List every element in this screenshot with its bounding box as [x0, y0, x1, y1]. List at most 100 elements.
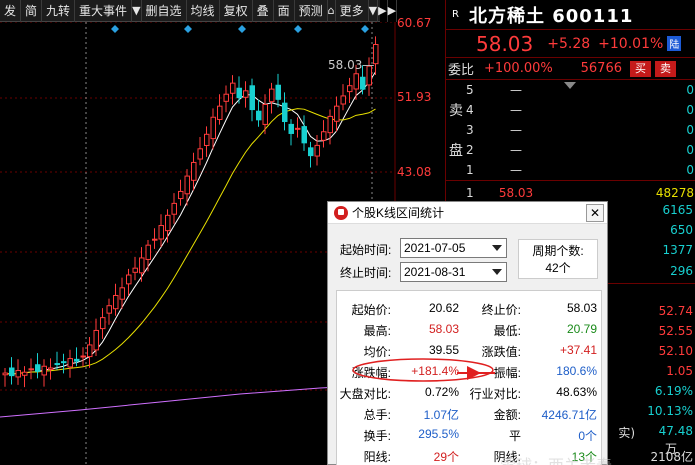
price-axis-label: 43.08: [397, 165, 432, 179]
watermark: 雪球：西关老泰: [500, 452, 612, 465]
start-time-select[interactable]: 2021-07-05: [400, 238, 507, 258]
side-value: 1377: [662, 243, 693, 257]
candle: [158, 225, 164, 240]
order-ratio-volume: 56766: [580, 61, 622, 76]
candle: [61, 361, 67, 364]
app-logo-icon: [334, 205, 348, 220]
candle: [204, 133, 210, 146]
ma5-line: [4, 71, 376, 375]
ask-side-label: 盘: [449, 143, 463, 159]
toolbar-simple-button[interactable]: 简: [21, 0, 43, 22]
candle: [165, 214, 171, 232]
price-row: 58.03 +5.28 +10.01% 陆: [446, 30, 695, 58]
candle: [308, 147, 314, 157]
order-ratio-label: 委比: [448, 63, 475, 78]
buy-button[interactable]: 买: [630, 60, 651, 77]
bid-level: 1: [466, 186, 474, 200]
chevron-down-icon[interactable]: ▼: [369, 0, 379, 22]
candle: [54, 363, 60, 366]
close-icon[interactable]: ✕: [586, 203, 604, 222]
candle: [340, 95, 346, 105]
connect-tag: 陆: [667, 36, 682, 51]
candle: [126, 274, 132, 285]
ask-price: —: [510, 163, 522, 177]
side-value: 47.48: [658, 424, 693, 438]
toolbar-overlay-button[interactable]: 叠: [253, 0, 274, 22]
toolbar-fa-button[interactable]: 发: [0, 0, 22, 22]
candle: [35, 364, 41, 372]
toolbar-major-events-button[interactable]: 重大事件: [75, 0, 133, 22]
side-value: 6165: [662, 203, 693, 217]
play-icon[interactable]: ▶: [378, 0, 388, 22]
quote-header: R 北方稀土 600111: [446, 0, 695, 30]
stats-table: 起始价: 20.62 终止价: 58.03 最高: 58.03 最低: 20.79 均价: 39.…: [336, 290, 602, 465]
candle: [314, 144, 320, 157]
candle: [100, 317, 106, 330]
end-time-value: 2021-08-31: [404, 265, 466, 279]
candle: [282, 102, 288, 123]
ask-volume: 0: [686, 123, 694, 137]
toolbar-more-button[interactable]: 更多: [336, 0, 369, 22]
ask-price: —: [510, 103, 522, 117]
candle: [152, 238, 158, 241]
ask-row: 3 — 0: [446, 120, 695, 140]
toolbar-nine-turn-button[interactable]: 九转: [42, 0, 76, 22]
period-count-box: 周期个数: 42个: [518, 239, 598, 279]
candle: [197, 148, 203, 160]
ask-volume: 0: [686, 83, 694, 97]
side-value: 52.55: [658, 324, 693, 338]
toolbar-remove-watchlist-button[interactable]: 删自选: [142, 0, 187, 22]
candle: [74, 358, 80, 362]
candle: [327, 115, 333, 134]
candle: [171, 202, 177, 215]
price-axis-label: 60.67: [397, 16, 432, 30]
sell-button[interactable]: 卖: [655, 60, 676, 77]
event-marker-icon[interactable]: [361, 25, 369, 33]
candle: [191, 161, 197, 181]
candle: [22, 371, 28, 376]
candle: [243, 90, 249, 98]
candle: [119, 287, 125, 300]
candle: [145, 244, 151, 260]
price-axis-label: 51.93: [397, 90, 432, 104]
chevron-down-icon: [492, 269, 502, 275]
toolbar-adjust-button[interactable]: 复权: [220, 0, 253, 22]
candle: [269, 88, 275, 103]
side-value: 650: [670, 223, 693, 237]
dialog-titlebar[interactable]: 个股K线区间统计 ✕: [328, 202, 607, 224]
ask-row: 卖 4 — 0: [446, 100, 695, 120]
last-price-value: 58.03: [328, 58, 363, 72]
toolbar-ma-button[interactable]: 均线: [187, 0, 220, 22]
toolbar-face-button[interactable]: 面: [274, 0, 295, 22]
side-value: 296: [670, 264, 693, 278]
start-time-value: 2021-07-05: [404, 241, 466, 255]
side-value: 6.19%: [654, 384, 693, 398]
candle: [80, 355, 86, 358]
chevron-down-icon[interactable]: ▼: [132, 0, 142, 22]
candle: [236, 87, 242, 99]
event-marker-icon[interactable]: [238, 25, 246, 33]
candle: [106, 305, 112, 314]
side-unit-label: 万: [664, 442, 677, 456]
toolbar-forecast-button[interactable]: 预测: [295, 0, 328, 22]
chevron-right-icon[interactable]: ▶: [388, 0, 398, 22]
end-time-label: 终止时间:: [340, 266, 392, 280]
order-ratio-value: +100.00%: [484, 61, 553, 76]
event-marker-icon[interactable]: [294, 25, 302, 33]
candle: [230, 82, 236, 94]
start-time-label: 起始时间:: [340, 243, 392, 257]
window-icon[interactable]: ⌂: [328, 0, 336, 22]
candle: [15, 370, 21, 378]
side-value: 10.13%: [647, 404, 693, 418]
bid-volume: 48278: [655, 186, 694, 200]
end-time-select[interactable]: 2021-08-31: [400, 262, 507, 282]
ask-level: 3: [466, 123, 474, 137]
event-marker-icon[interactable]: [111, 25, 119, 33]
ask-level: 4: [466, 103, 474, 117]
candle: [28, 368, 34, 371]
side-value: 52.10: [658, 344, 693, 358]
interval-stats-dialog: 个股K线区间统计 ✕ 起始时间: 2021-07-05 终止时间: 2021-0…: [327, 201, 608, 465]
price-change-pct: +10.01%: [598, 35, 664, 52]
chart-toolbar: 发 简 九转 重大事件 ▼ 删自选 均线 复权 叠 面 预测 ⌂ 更多 ▼ ▶ …: [0, 0, 398, 22]
event-marker-icon[interactable]: [184, 25, 192, 33]
